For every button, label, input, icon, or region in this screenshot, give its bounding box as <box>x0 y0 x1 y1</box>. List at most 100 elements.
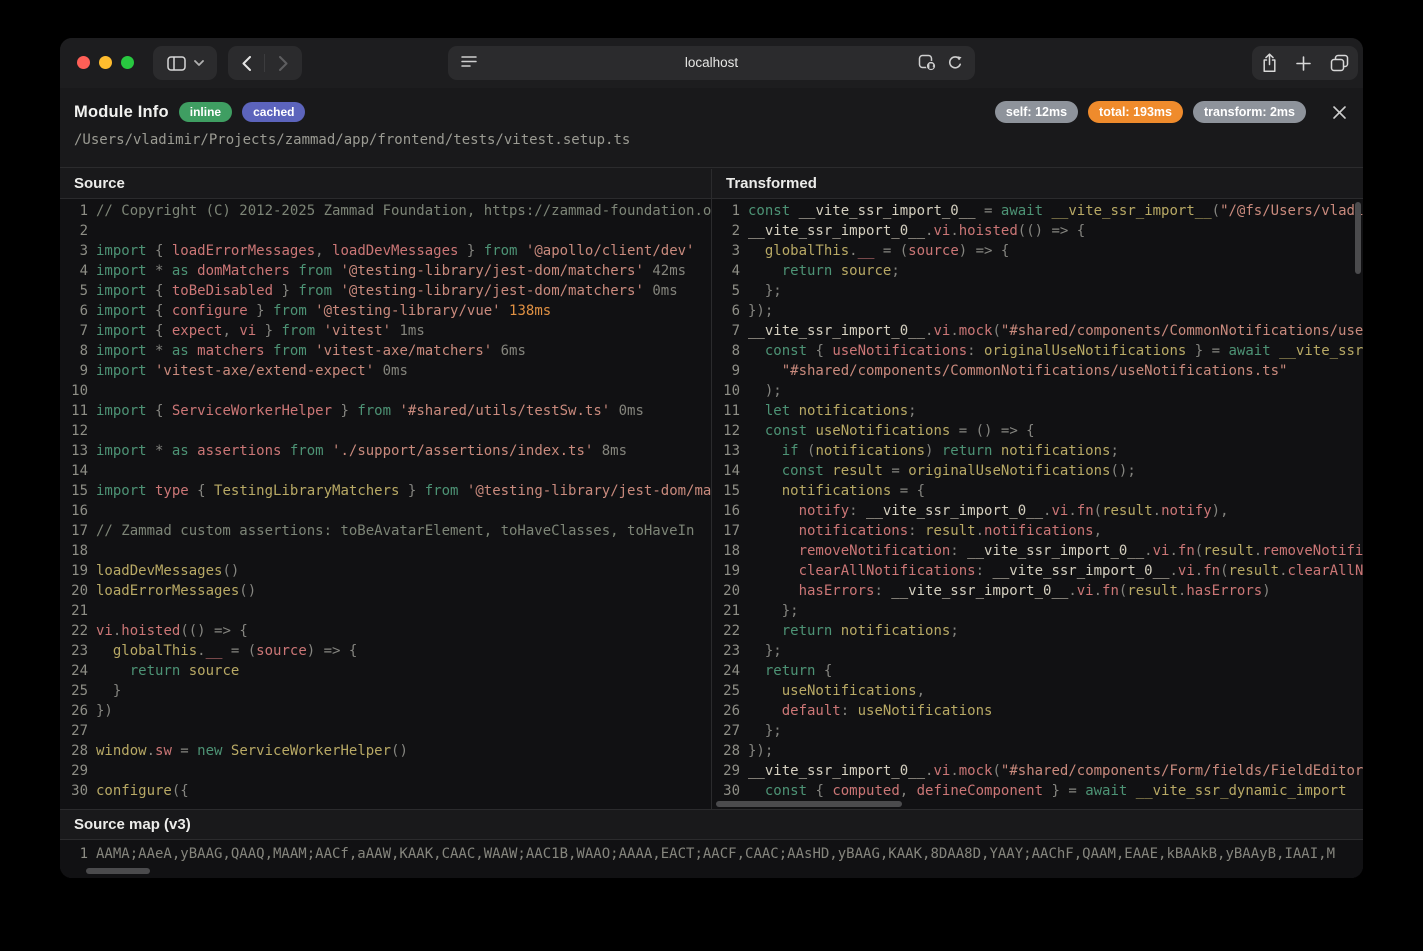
code-line: 12 <box>62 421 711 441</box>
code-line: 8import * as matchers from 'vitest-axe/m… <box>62 341 711 361</box>
nav-buttons <box>228 46 302 80</box>
code-line: 21 }; <box>714 601 1363 621</box>
code-line: 23 }; <box>714 641 1363 661</box>
traffic-lights <box>77 56 134 69</box>
code-line: 12 const useNotifications = () => { <box>714 421 1363 441</box>
zoom-window-button[interactable] <box>121 56 134 69</box>
code-line: 22vi.hoisted(() => { <box>62 621 711 641</box>
source-panel: Source 1// Copyright (C) 2012-2025 Zamma… <box>60 169 711 809</box>
minimize-window-button[interactable] <box>99 56 112 69</box>
code-line: 10 ); <box>714 381 1363 401</box>
code-line: 1const __vite_ssr_import_0__ = await __v… <box>714 201 1363 221</box>
code-line: 27 }; <box>714 721 1363 741</box>
code-line: 10 <box>62 381 711 401</box>
close-window-button[interactable] <box>77 56 90 69</box>
code-line: 3 globalThis.__ = (source) => { <box>714 241 1363 261</box>
code-line: 28window.sw = new ServiceWorkerHelper() <box>62 741 711 761</box>
code-line: 27 <box>62 721 711 741</box>
reload-button[interactable] <box>947 55 963 71</box>
code-line: 24 return { <box>714 661 1363 681</box>
source-code-area[interactable]: 1// Copyright (C) 2012-2025 Zammad Found… <box>60 199 711 809</box>
code-line: 5import { toBeDisabled } from '@testing-… <box>62 281 711 301</box>
code-line: 19 clearAllNotifications: __vite_ssr_imp… <box>714 561 1363 581</box>
code-line: 28}); <box>714 741 1363 761</box>
extension-icon[interactable] <box>918 54 937 72</box>
transformed-panel: Transformed 1const __vite_ssr_import_0__… <box>711 169 1363 809</box>
code-line: 25 useNotifications, <box>714 681 1363 701</box>
toolbar-right-buttons <box>1252 46 1358 80</box>
chevron-down-icon <box>194 60 204 66</box>
code-line: 2 <box>62 221 711 241</box>
badge-cached: cached <box>242 102 305 122</box>
share-button[interactable] <box>1261 53 1278 73</box>
code-line: 29__vite_ssr_import_0__.vi.mock("#shared… <box>714 761 1363 781</box>
sourcemap-scrollbar[interactable] <box>86 868 150 874</box>
module-path: /Users/vladimir/Projects/zammad/app/fron… <box>74 132 1363 148</box>
code-line: 1// Copyright (C) 2012-2025 Zammad Found… <box>62 201 711 221</box>
code-line: 7__vite_ssr_import_0__.vi.mock("#shared/… <box>714 321 1363 341</box>
code-line: 5 }; <box>714 281 1363 301</box>
code-line: 3import { loadErrorMessages, loadDevMess… <box>62 241 711 261</box>
code-line: 7import { expect, vi } from 'vitest' 1ms <box>62 321 711 341</box>
code-line: 30 const { computed, defineComponent } =… <box>714 781 1363 801</box>
code-line: 6import { configure } from '@testing-lib… <box>62 301 711 321</box>
code-line: 26 default: useNotifications <box>714 701 1363 721</box>
sourcemap-mappings: AAMA;AAeA,yBAAG,QAAQ,MAAM;AACf,aAAW,KAAK… <box>96 844 1363 864</box>
code-line: 17// Zammad custom assertions: toBeAvata… <box>62 521 711 541</box>
code-line: 18 removeNotification: __vite_ssr_import… <box>714 541 1363 561</box>
code-line: 4import * as domMatchers from '@testing-… <box>62 261 711 281</box>
browser-window: localhost <box>60 38 1363 878</box>
code-line: 2__vite_ssr_import_0__.vi.hoisted(() => … <box>714 221 1363 241</box>
code-line: 25 } <box>62 681 711 701</box>
sidebar-icon <box>167 56 186 71</box>
code-line: 15import type { TestingLibraryMatchers }… <box>62 481 711 501</box>
sourcemap-title: Source map (v3) <box>60 810 1363 840</box>
code-line: 6}); <box>714 301 1363 321</box>
code-line: 9 "#shared/components/CommonNotification… <box>714 361 1363 381</box>
code-line: 29 <box>62 761 711 781</box>
code-line: 19loadDevMessages() <box>62 561 711 581</box>
stat-transform: transform: 2ms <box>1193 101 1306 123</box>
inspect-page: Module Info inline cached self: 12ms tot… <box>60 88 1363 878</box>
code-line: 20 hasErrors: __vite_ssr_import_0__.vi.f… <box>714 581 1363 601</box>
code-line: 11import { ServiceWorkerHelper } from '#… <box>62 401 711 421</box>
sidebar-toggle-button[interactable] <box>153 46 217 80</box>
screen: localhost <box>0 0 1423 951</box>
code-line: 16 notify: __vite_ssr_import_0__.vi.fn(r… <box>714 501 1363 521</box>
horizontal-scrollbar[interactable] <box>716 801 902 807</box>
code-line: 20loadErrorMessages() <box>62 581 711 601</box>
code-line: 24 return source <box>62 661 711 681</box>
code-line: 17 notifications: result.notifications, <box>714 521 1363 541</box>
tabs-overview-icon[interactable] <box>1330 54 1349 72</box>
code-line: 23 globalThis.__ = (source) => { <box>62 641 711 661</box>
sourcemap-section: Source map (v3) 1 AAMA;AAeA,yBAAG,QAAQ,M… <box>60 809 1363 878</box>
close-icon[interactable] <box>1332 105 1347 120</box>
code-line: 26}) <box>62 701 711 721</box>
code-line: 21 <box>62 601 711 621</box>
transformed-panel-title: Transformed <box>712 169 1363 199</box>
url-bar[interactable]: localhost <box>448 46 975 80</box>
module-info-header: Module Info inline cached self: 12ms tot… <box>60 88 1363 168</box>
vertical-scrollbar[interactable] <box>1355 202 1361 274</box>
transformed-code-area[interactable]: 1const __vite_ssr_import_0__ = await __v… <box>712 199 1363 809</box>
new-tab-button[interactable] <box>1296 56 1311 71</box>
sourcemap-line-number: 1 <box>62 844 88 864</box>
source-panel-title: Source <box>60 169 711 199</box>
code-line: 8 const { useNotifications: originalUseN… <box>714 341 1363 361</box>
code-line: 18 <box>62 541 711 561</box>
code-line: 9import 'vitest-axe/extend-expect' 0ms <box>62 361 711 381</box>
code-line: 16 <box>62 501 711 521</box>
forward-button[interactable] <box>265 46 301 80</box>
back-button[interactable] <box>228 46 264 80</box>
code-line: 30configure({ <box>62 781 711 801</box>
code-line: 13import * as assertions from './support… <box>62 441 711 461</box>
page-title: Module Info <box>74 103 169 122</box>
code-line: 13 if (notifications) return notificatio… <box>714 441 1363 461</box>
code-line: 15 notifications = { <box>714 481 1363 501</box>
code-line: 4 return source; <box>714 261 1363 281</box>
browser-toolbar: localhost <box>60 38 1363 88</box>
stat-self: self: 12ms <box>995 101 1078 123</box>
code-line: 11 let notifications; <box>714 401 1363 421</box>
url-text: localhost <box>448 46 975 80</box>
sourcemap-line: 1 AAMA;AAeA,yBAAG,QAAQ,MAAM;AACf,aAAW,KA… <box>60 840 1363 864</box>
